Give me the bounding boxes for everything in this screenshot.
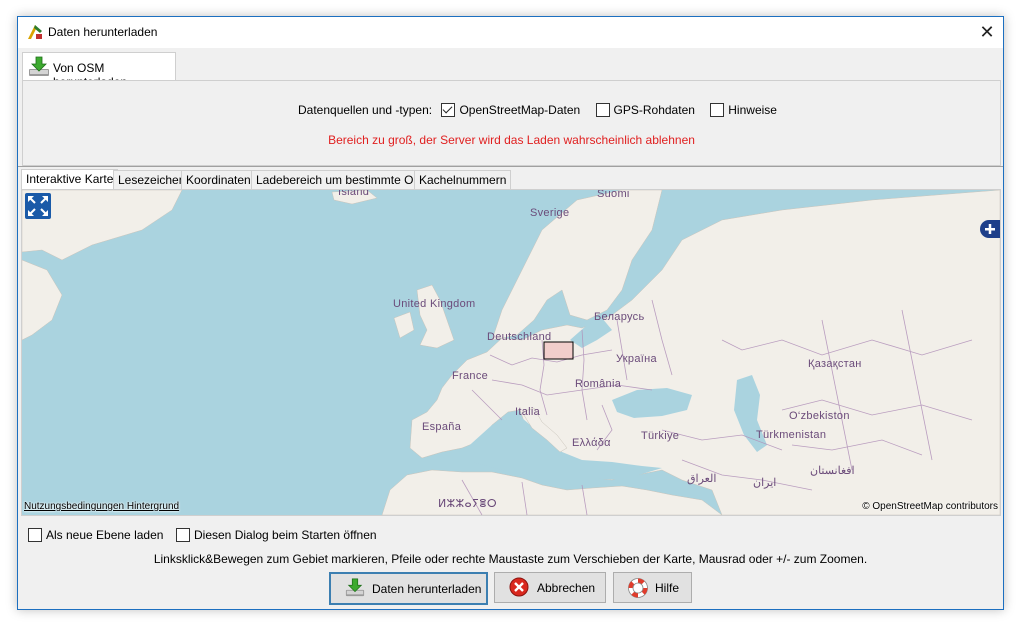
zoom-in-button[interactable] <box>980 220 1000 238</box>
map-label-espana: España <box>422 421 462 433</box>
show-on-start-checkbox[interactable] <box>176 528 190 542</box>
gps-raw-label: GPS-Rohdaten <box>613 103 695 117</box>
tab-area-around-places[interactable]: Ladebereich um bestimmte Orte <box>251 170 433 190</box>
map-label-iraq: العراق <box>687 473 717 485</box>
map-label-kazakhstan: Қазақстан <box>808 358 862 370</box>
new-layer-checkbox[interactable] <box>28 528 42 542</box>
map-label-afghanistan: افغانستان <box>810 465 855 477</box>
source-options-panel: Datenquellen und -typen: OpenStreetMap-D… <box>22 80 1001 166</box>
map-label-tifinagh: ⵍⵣⵣⴰⵢⴻⵔ <box>438 498 498 510</box>
help-button[interactable]: Hilfe <box>613 572 692 603</box>
terms-of-use-link[interactable]: Nutzungsbedingungen Hintergrund <box>24 501 179 512</box>
lifebuoy-icon <box>628 578 648 598</box>
download-button[interactable]: Daten herunterladen <box>329 572 488 605</box>
map-label-sverige: Sverige <box>530 207 570 219</box>
source-gps-raw[interactable]: GPS-Rohdaten <box>595 103 695 117</box>
area-too-large-warning: Bereich zu groß, der Server wird das Lad… <box>328 133 695 147</box>
download-icon <box>345 578 365 597</box>
help-button-label: Hilfe <box>655 581 680 595</box>
download-dialog: Daten herunterladen ✕ Von OSM herunterla… <box>17 16 1004 610</box>
map-label-island: Ísland <box>338 189 370 198</box>
map-label-ellada: Ελλάδα <box>572 437 611 449</box>
osm-attribution[interactable]: © OpenStreetMap contributors <box>862 501 998 512</box>
title-bar: Daten herunterladen ✕ <box>18 17 1003 48</box>
gps-raw-checkbox[interactable] <box>595 103 610 117</box>
osm-data-checkbox[interactable] <box>441 103 456 117</box>
cancel-button-label: Abbrechen <box>537 581 596 595</box>
map-label-france: France <box>452 370 489 382</box>
interactive-map[interactable]: Ísland Sverige Suomi United Kingdom Бела… <box>21 189 1001 516</box>
tab-tile-numbers[interactable]: Kachelnummern <box>414 170 512 190</box>
new-layer-label: Als neue Ebene laden <box>46 528 164 542</box>
map-label-iran: ایران <box>753 477 777 489</box>
sources-label: Datenquellen und -typen: <box>298 103 433 117</box>
map-label-turkmenistan: Türkmenistan <box>756 429 827 441</box>
tab-bookmarks[interactable]: Lesezeichen <box>113 170 191 190</box>
map-label-italia: Italia <box>515 406 541 418</box>
map-label-ukraina: Україна <box>616 353 657 365</box>
map-label-romania: România <box>575 378 622 390</box>
download-button-label: Daten herunterladen <box>372 582 482 596</box>
option-new-layer[interactable]: Als neue Ebene laden <box>28 528 163 542</box>
map-label-deutschland: Deutschland <box>487 331 552 343</box>
josm-app-icon <box>28 25 42 39</box>
map-label-united-kingdom: United Kingdom <box>393 298 476 310</box>
cancel-button[interactable]: Abbrechen <box>494 572 606 603</box>
map-label-suomi: Suomi <box>597 189 630 200</box>
osm-data-label: OpenStreetMap-Daten <box>459 103 581 117</box>
show-on-start-label: Diesen Dialog beim Starten öffnen <box>194 528 377 542</box>
notes-checkbox[interactable] <box>710 103 725 117</box>
data-source-selector: Datenquellen und -typen: OpenStreetMap-D… <box>298 103 783 117</box>
close-button[interactable]: ✕ <box>971 17 1003 48</box>
tab-interactive-map[interactable]: Interaktive Karte <box>21 169 119 190</box>
map-label-turkiye: Türkiye <box>641 430 680 442</box>
fullscreen-button[interactable] <box>25 193 51 219</box>
option-show-on-start[interactable]: Diesen Dialog beim Starten öffnen <box>176 528 377 542</box>
notes-label: Hinweise <box>728 103 777 117</box>
map-label-belarus: Беларусь <box>594 311 645 323</box>
source-osm-data[interactable]: OpenStreetMap-Daten <box>441 103 580 117</box>
tab-coordinates[interactable]: Koordinaten <box>181 170 256 190</box>
plus-icon <box>985 224 995 234</box>
divider <box>18 166 1003 167</box>
download-icon <box>29 56 49 76</box>
map-label-uzbekiston: O‘zbekiston <box>789 410 850 422</box>
window-title: Daten herunterladen <box>48 25 158 39</box>
usage-hint: Linksklick&Bewegen zum Gebiet markieren,… <box>153 552 868 566</box>
cancel-icon <box>509 577 529 597</box>
expand-icon <box>28 196 48 216</box>
source-panel: Von OSM herunterladen Datenquellen und -… <box>18 48 1003 167</box>
source-notes[interactable]: Hinweise <box>710 103 777 117</box>
tab-download-from-osm[interactable]: Von OSM herunterladen <box>22 52 176 89</box>
